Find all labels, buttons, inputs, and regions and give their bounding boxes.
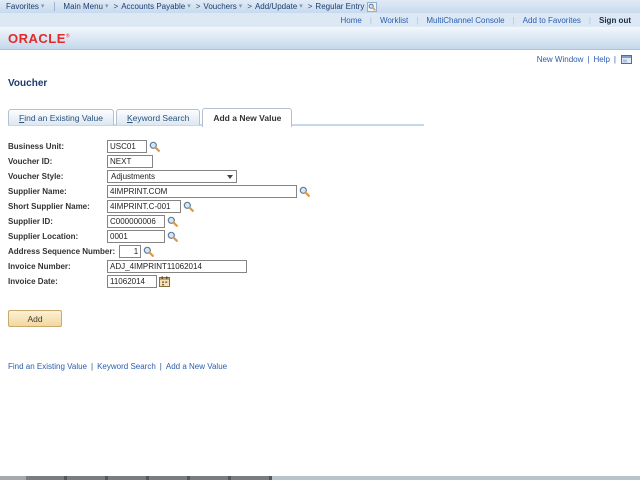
invoice-number-input[interactable] xyxy=(107,260,247,273)
tab-find-an-existing-value[interactable]: Find an Existing Value xyxy=(8,109,114,125)
supplier-id-input[interactable] xyxy=(107,215,165,228)
invoice-date-label: Invoice Date: xyxy=(8,277,58,286)
add-button[interactable]: Add xyxy=(8,310,62,327)
breadcrumb: Favorites ▾ Main Menu ▾ > Accounts Payable ▾ > V… xyxy=(6,1,378,12)
chevron-down-icon xyxy=(227,174,233,179)
short-supplier-name-label: Short Supplier Name: xyxy=(8,202,90,211)
oracle-logo: ORACLE® xyxy=(8,31,71,46)
header-link-home[interactable]: Home xyxy=(341,16,362,25)
separator: | xyxy=(512,15,515,25)
breadcrumb-divider xyxy=(54,2,56,11)
separator: | xyxy=(587,55,590,64)
voucher-id-label: Voucher ID: xyxy=(8,157,53,166)
peoplesoft-voucher-window: Favorites ▾ Main Menu ▾ > Accounts Payable ▾ > V… xyxy=(0,0,640,480)
address-sequence-number-input[interactable] xyxy=(119,245,142,258)
taskbar-edge xyxy=(0,476,640,480)
supplier-location-input[interactable] xyxy=(107,230,165,243)
breadcrumb-arrow: > xyxy=(113,2,119,11)
calendar-icon[interactable] xyxy=(159,276,170,287)
short-supplier-name-input[interactable] xyxy=(107,200,181,213)
breadcrumb-item-add-update[interactable]: Add/Update xyxy=(255,2,297,11)
footer-link-keyword-search[interactable]: Keyword Search xyxy=(97,362,156,371)
breadcrumb-arrow: > xyxy=(307,2,313,11)
field-row-invoice-number: Invoice Number: xyxy=(8,260,310,273)
page-title: Voucher xyxy=(8,78,48,89)
field-row-address-sequence-number: Address Sequence Number: xyxy=(8,245,310,258)
tab-bar: Find an Existing Value Keyword Search Add … xyxy=(8,108,293,127)
lookup-icon[interactable] xyxy=(299,186,310,197)
new-window-link[interactable]: New Window xyxy=(537,55,584,64)
chevron-down-icon: ▾ xyxy=(40,3,45,10)
breadcrumb-arrow: > xyxy=(247,2,252,11)
page-action-bar: New Window | Help | xyxy=(537,55,632,64)
footer-links: Find an Existing Value | Keyword Search | Ad… xyxy=(8,362,227,371)
field-row-voucher-style: Voucher Style: Adjustments xyxy=(8,170,310,183)
address-sequence-number-label: Address Sequence Number: xyxy=(8,247,116,256)
header-link-add-to-favorites[interactable]: Add to Favorites xyxy=(523,16,581,25)
breadcrumb-item-main-menu[interactable]: Main Menu xyxy=(63,2,103,11)
field-row-short-supplier-name: Short Supplier Name: xyxy=(8,200,310,213)
breadcrumb-item-favorites[interactable]: Favorites xyxy=(6,2,39,11)
header-link-worklist[interactable]: Worklist xyxy=(380,16,408,25)
voucher-id-input[interactable] xyxy=(107,155,153,168)
chevron-down-icon: ▾ xyxy=(238,3,243,10)
field-row-voucher-id: Voucher ID: xyxy=(8,155,310,168)
sign-out-link[interactable]: Sign out xyxy=(599,16,631,25)
business-unit-label: Business Unit: xyxy=(8,142,65,151)
field-row-supplier-id: Supplier ID: xyxy=(8,215,310,228)
invoice-number-label: Invoice Number: xyxy=(8,262,71,271)
lookup-icon[interactable] xyxy=(167,231,178,242)
header-links: Home | Worklist | MultiChannel Console | Add t… xyxy=(341,16,631,25)
taskbar-segment xyxy=(0,476,26,480)
chevron-down-icon: ▾ xyxy=(105,3,109,10)
voucher-style-label: Voucher Style: xyxy=(8,172,64,181)
voucher-style-value: Adjustments xyxy=(111,172,156,181)
separator: | xyxy=(91,362,94,371)
separator: | xyxy=(613,55,616,64)
business-unit-input[interactable] xyxy=(107,140,147,153)
lookup-icon[interactable] xyxy=(143,246,155,257)
breadcrumb-search-icon[interactable] xyxy=(367,1,378,12)
voucher-style-select[interactable]: Adjustments xyxy=(107,170,237,183)
footer-link-add-a-new-value[interactable]: Add a New Value xyxy=(166,362,227,371)
breadcrumb-item-accounts-payable[interactable]: Accounts Payable xyxy=(121,2,185,11)
breadcrumb-item-vouchers[interactable]: Vouchers xyxy=(203,2,236,11)
lookup-icon[interactable] xyxy=(183,201,194,212)
lookup-icon[interactable] xyxy=(149,141,160,152)
breadcrumb-arrow: > xyxy=(195,2,201,11)
lookup-icon[interactable] xyxy=(167,216,178,227)
field-row-supplier-name: Supplier Name: xyxy=(8,185,310,198)
brand-band: ORACLE® xyxy=(0,27,640,50)
field-row-supplier-location: Supplier Location: xyxy=(8,230,310,243)
field-row-invoice-date: Invoice Date: xyxy=(8,275,310,288)
separator: | xyxy=(369,15,372,25)
supplier-name-input[interactable] xyxy=(107,185,297,198)
breadcrumb-item-regular-entry[interactable]: Regular Entry xyxy=(315,2,364,11)
supplier-location-label: Supplier Location: xyxy=(8,232,79,241)
chevron-down-icon: ▾ xyxy=(299,3,303,10)
taskbar-segment xyxy=(26,476,272,480)
supplier-name-label: Supplier Name: xyxy=(8,187,67,196)
separator: | xyxy=(588,15,591,25)
personalize-page-icon[interactable] xyxy=(621,55,632,64)
separator: | xyxy=(159,362,162,371)
tab-add-a-new-value[interactable]: Add a New Value xyxy=(202,108,293,127)
add-new-value-form: Business Unit: Voucher ID: Voucher Style: A… xyxy=(8,140,310,290)
field-row-business-unit: Business Unit: xyxy=(8,140,310,153)
chevron-down-icon: ▾ xyxy=(187,3,191,10)
header-links-bar: Home | Worklist | MultiChannel Console | Add t… xyxy=(0,13,640,27)
tab-keyword-search[interactable]: Keyword Search xyxy=(115,109,201,125)
invoice-date-input[interactable] xyxy=(107,275,157,288)
header-link-multichannel-console[interactable]: MultiChannel Console xyxy=(426,16,504,25)
separator: | xyxy=(416,15,419,25)
footer-link-find-an-existing-value[interactable]: Find an Existing Value xyxy=(8,362,87,371)
supplier-id-label: Supplier ID: xyxy=(8,217,53,226)
breadcrumb-bar: Favorites ▾ Main Menu ▾ > Accounts Payable ▾ > V… xyxy=(0,0,640,13)
help-link[interactable]: Help xyxy=(593,55,609,64)
